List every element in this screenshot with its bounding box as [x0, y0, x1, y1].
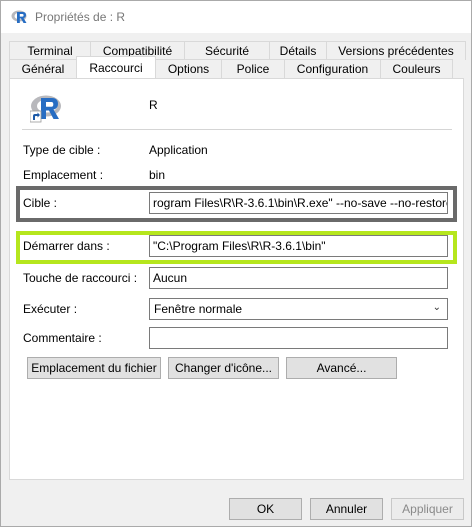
ok-button[interactable]: OK	[229, 498, 302, 520]
target-label: Cible :	[23, 196, 58, 210]
tab-details[interactable]: Détails	[269, 41, 327, 60]
location-label: Emplacement :	[23, 168, 104, 182]
tab-row-front: Général Raccourci Options Police Configu…	[9, 56, 453, 78]
shortcut-tab-panel: R Type de cible : Application Emplacemen…	[9, 78, 464, 480]
advanced-button[interactable]: Avancé...	[286, 357, 397, 379]
r-logo-shortcut-icon	[29, 93, 64, 123]
r-logo-icon	[11, 8, 29, 26]
location-value: bin	[149, 168, 166, 182]
comment-field[interactable]	[149, 327, 448, 349]
tab-configuration[interactable]: Configuration	[284, 59, 381, 78]
tab-couleurs[interactable]: Couleurs	[380, 59, 453, 78]
tab-options[interactable]: Options	[155, 59, 222, 78]
tab-securite[interactable]: Sécurité	[184, 41, 270, 60]
target-type-label: Type de cible :	[23, 143, 101, 157]
target-type-value: Application	[149, 143, 208, 157]
change-icon-button[interactable]: Changer d'icône...	[168, 357, 279, 379]
run-label: Exécuter :	[23, 302, 78, 316]
cancel-button[interactable]: Annuler	[310, 498, 383, 520]
tab-police[interactable]: Police	[221, 59, 285, 78]
hotkey-label: Touche de raccourci :	[23, 271, 138, 285]
tab-general[interactable]: Général	[9, 59, 77, 78]
run-select-value: Fenêtre normale	[154, 302, 243, 316]
divider-top	[22, 129, 452, 130]
chevron-down-icon: ⌄	[432, 302, 441, 313]
apply-button[interactable]: Appliquer	[391, 498, 464, 520]
start-in-label: Démarrer dans :	[23, 239, 110, 253]
start-in-field[interactable]: "C:\Program Files\R\R-3.6.1\bin"	[149, 235, 448, 257]
properties-window: Propriétés de : R Terminal Compatibilité…	[0, 0, 472, 527]
run-select[interactable]: Fenêtre normale ⌄	[149, 298, 448, 320]
target-field[interactable]: rogram Files\R\R-3.6.1\bin\R.exe" --no-s…	[149, 192, 448, 214]
title-bar[interactable]: Propriétés de : R	[1, 1, 471, 33]
comment-label: Commentaire :	[23, 331, 102, 345]
open-file-location-button[interactable]: Emplacement du fichier	[27, 357, 161, 379]
tab-raccourci[interactable]: Raccourci	[76, 56, 156, 78]
window-title: Propriétés de : R	[35, 10, 126, 24]
tab-versions-precedentes[interactable]: Versions précédentes	[326, 41, 466, 60]
shortcut-name: R	[149, 98, 158, 112]
hotkey-field[interactable]: Aucun	[149, 267, 448, 289]
